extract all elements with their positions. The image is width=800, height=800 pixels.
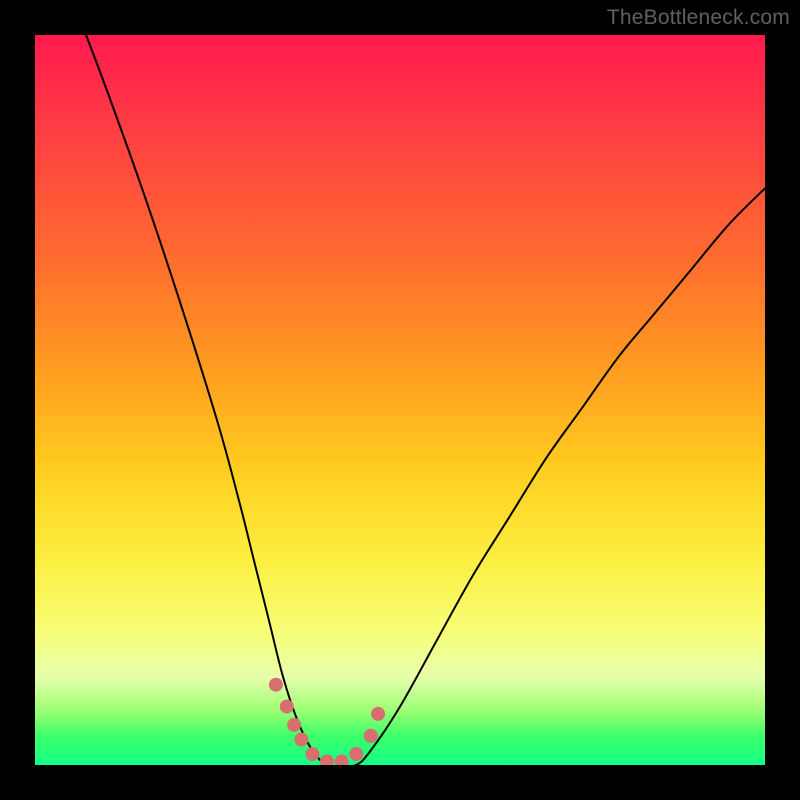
attribution-text: TheBottleneck.com — [607, 6, 790, 30]
chart-frame: TheBottleneck.com — [0, 0, 800, 800]
plot-background-gradient — [35, 35, 765, 765]
